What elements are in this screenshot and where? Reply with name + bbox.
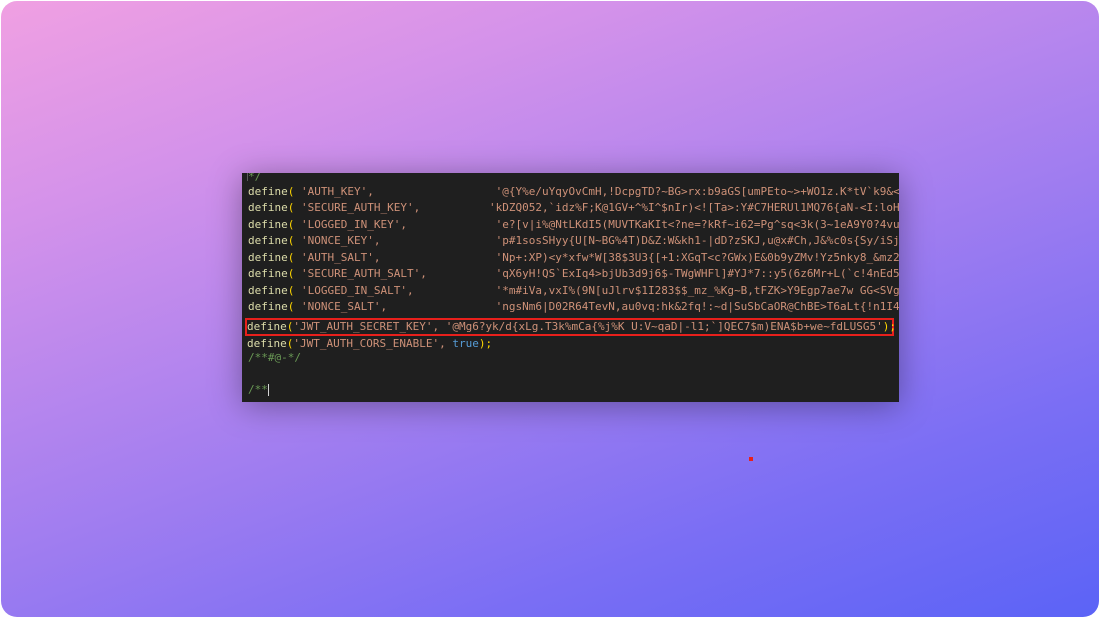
code-line-auth-salt: define( 'AUTH_SALT', 'Np+:XP)<y*xfw*W[38…	[248, 250, 899, 266]
constant-name: 'LOGGED_IN_SALT',	[301, 284, 414, 297]
constant-value: 'Np+:XP)<y*xfw*W[38$3U3{[+1:XGqT<c?GWx)E…	[495, 251, 899, 264]
constant-name: 'AUTH_SALT',	[301, 251, 381, 264]
constant-value: '@{Y%e/uYqyOvCmH,!DcpgTD?~BG>rx:b9aGS[um…	[495, 185, 899, 198]
constant-name: 'SECURE_AUTH_KEY',	[301, 201, 421, 214]
text-cursor	[267, 384, 269, 396]
constant-name: 'AUTH_KEY',	[301, 185, 374, 198]
code-line-logged-in-key: define( 'LOGGED_IN_KEY', 'e?[v|i%@NtLKdI…	[248, 217, 899, 233]
code-line-secure-auth-salt: define( 'SECURE_AUTH_SALT', 'qX6yH!QS`Ex…	[248, 266, 899, 282]
constant-name: 'NONCE_KEY',	[301, 234, 381, 247]
code-line-comment-marker: /**#@-*/	[248, 351, 301, 364]
constant-value: 'p#1sosSHyy{U[N~BG%4T)D&Z:W&kh1-|dD?zSKJ…	[495, 234, 899, 247]
constant-value: 'ngsNm6|D02R64TevN,au0vq:hk&2fq!:~d|SuSb…	[495, 300, 899, 313]
constant-name: 'LOGGED_IN_KEY',	[301, 218, 407, 231]
code-line-nonce-key: define( 'NONCE_KEY', 'p#1sosSHyy{U[N~BG%…	[248, 233, 899, 249]
constant-name: 'JWT_AUTH_CORS_ENABLE',	[293, 337, 446, 350]
marker-dot	[749, 457, 753, 461]
constant-value: 'e?[v|i%@NtLKdI5(MUVTKaKIt<?ne=?kRf~i62=…	[495, 218, 899, 231]
constant-name: 'SECURE_AUTH_SALT',	[301, 267, 427, 280]
code-line-comment-open: /**	[248, 383, 269, 396]
code-line-auth-key: define( 'AUTH_KEY', '@{Y%e/uYqyOvCmH,!Dc…	[248, 184, 899, 200]
code-editor[interactable]: */ define( 'AUTH_KEY', '@{Y%e/uYqyOvCmH,…	[242, 173, 899, 402]
code-line-jwt-secret-key: define('JWT_AUTH_SECRET_KEY', '@Mg6?yk/d…	[247, 320, 897, 333]
constant-value: '*m#iVa,vxI%(9N[uJlrv$1I283$$_mz_%Kg~B,t…	[495, 284, 899, 297]
gradient-background: */ define( 'AUTH_KEY', '@{Y%e/uYqyOvCmH,…	[1, 1, 1099, 617]
constant-value: 'qX6yH!QS`ExIq4>bjUb3d9j6$-TWgWHFl]#YJ*7…	[495, 267, 899, 280]
constant-name: 'NONCE_SALT',	[301, 300, 388, 313]
constant-value: 'kDZQ052,`idz%F;K@1GV+^%I^$nIr)<![Ta>:Y#…	[489, 201, 899, 214]
boolean-value: true	[452, 337, 479, 350]
constant-value: '@Mg6?yk/d{xLg.T3k%mCa{%j%K U:V~qaD|-l1;…	[445, 320, 883, 333]
constant-name: 'JWT_AUTH_SECRET_KEY',	[293, 320, 440, 333]
code-line-nonce-salt: define( 'NONCE_SALT', 'ngsNm6|D02R64TevN…	[248, 299, 899, 315]
code-line-secure-auth-key: define( 'SECURE_AUTH_KEY','kDZQ052,`idz%…	[248, 200, 899, 216]
define-keyword: define	[248, 185, 288, 198]
code-line-logged-in-salt: define( 'LOGGED_IN_SALT', '*m#iVa,vxI%(9…	[248, 283, 899, 299]
